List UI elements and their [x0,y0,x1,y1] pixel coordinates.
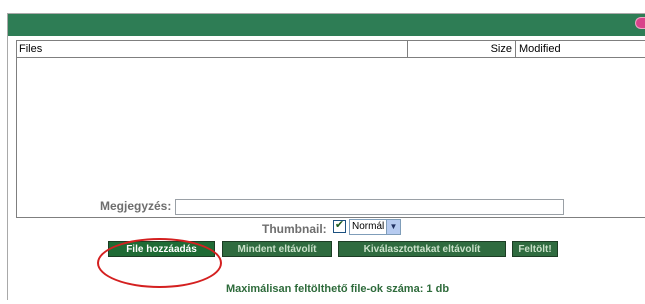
brand-logo-icon [635,17,645,29]
thumbnail-checkbox[interactable]: ✔ [333,219,346,233]
remove-selected-button[interactable]: Kiválasztottakat eltávolít [338,241,506,257]
thumbnail-size-select[interactable]: Normál ▼ [349,219,401,235]
note-input[interactable] [175,199,564,215]
thumbnail-size-value: Normál [352,221,385,232]
file-list-body[interactable] [17,58,645,217]
file-list[interactable]: Files Size Modified [16,40,645,218]
column-header-files[interactable]: Files [19,41,399,57]
column-header-size[interactable]: Size [407,41,515,57]
add-file-button[interactable]: File hozzáadás [108,241,215,257]
max-files-text: Maximálisan feltölthető file-ok száma: 1… [225,283,450,295]
note-label: Megjegyzés: [100,199,172,213]
checkmark-icon: ✔ [334,219,345,231]
file-list-header: Files Size Modified [17,41,645,58]
thumbnail-label: Thumbnail: [262,222,327,236]
chevron-down-icon[interactable]: ▼ [386,220,400,234]
max-files-info: Maximálisan feltölthető file-ok száma: 1… [0,283,645,295]
remove-all-button[interactable]: Mindent eltávolít [222,241,332,257]
column-header-modified[interactable]: Modified [515,41,645,57]
upload-button[interactable]: Feltölt! [512,241,558,257]
title-bar [8,14,645,36]
